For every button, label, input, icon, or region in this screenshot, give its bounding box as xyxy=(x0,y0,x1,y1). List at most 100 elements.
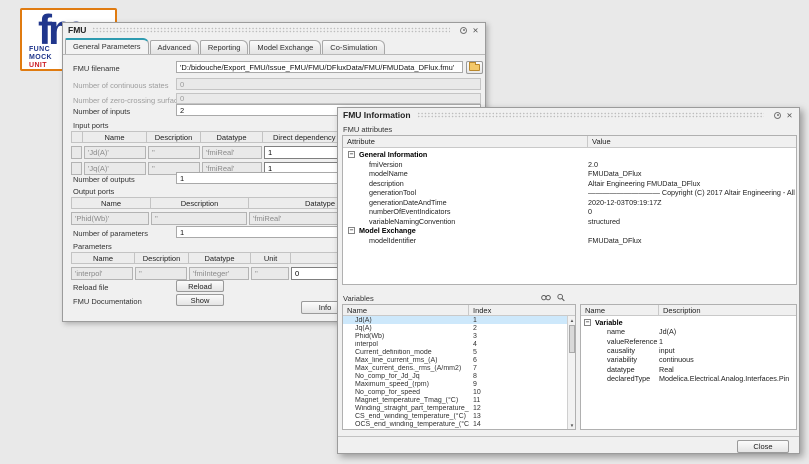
variables-grid-body: Jd(A)1 Jq(A)2 Phid(Wb)3 interpol4 Curren… xyxy=(343,316,567,429)
close-button[interactable]: Close xyxy=(737,440,789,453)
fmu-logo-line-3: UNIT xyxy=(29,62,52,70)
attr-row[interactable]: numberOfEventIndicators 0 xyxy=(343,207,796,217)
tab-model-exchange[interactable]: Model Exchange xyxy=(249,40,321,54)
detail-row[interactable]: datatypeReal xyxy=(581,364,796,373)
fmu-logo-caption: FUNC MOCK UNIT xyxy=(29,46,52,70)
variable-row[interactable]: interpol4 xyxy=(343,340,567,348)
attr-row[interactable]: variableNamingConvention structured xyxy=(343,217,796,227)
collapse-icon[interactable]: − xyxy=(348,227,355,234)
col-description: Description xyxy=(135,252,189,264)
info-titlebar-drag-handle[interactable] xyxy=(417,112,764,118)
variable-row[interactable]: Max_line_current_rms_(A)6 xyxy=(343,356,567,364)
zero-crossing-field xyxy=(176,93,481,104)
variable-row[interactable]: Rotor_initial_position_(deg)15 xyxy=(343,428,567,430)
attr-group-label: General Information xyxy=(359,150,427,159)
fmu-close-icon[interactable]: ✕ xyxy=(471,26,480,35)
attr-row[interactable]: generationDateAndTime 2020-12-03T09:19:1… xyxy=(343,198,796,208)
info-float-icon[interactable] xyxy=(773,111,782,120)
attributes-grid-body: −General Information fmiVersion 2.0 mode… xyxy=(343,148,796,284)
attr-row[interactable]: modelName FMUData_DFlux xyxy=(343,169,796,179)
tab-co-simulation[interactable]: Co-Simulation xyxy=(322,40,385,54)
tab-pane-border xyxy=(63,54,485,55)
tab-general-parameters[interactable]: General Parameters xyxy=(65,38,149,54)
attr-row[interactable]: description Altair Engineering FMUData_D… xyxy=(343,179,796,189)
variable-row[interactable]: Phid(Wb)3 xyxy=(343,332,567,340)
fmu-documentation-label: FMU Documentation xyxy=(73,297,142,306)
output-ports-label: Output ports xyxy=(73,187,114,196)
detail-row[interactable]: causalityinput xyxy=(581,346,796,355)
variable-row[interactable]: Maximum_speed_(rpm)9 xyxy=(343,380,567,388)
cell-name: 'interpol' xyxy=(71,267,133,280)
continuous-states-field xyxy=(176,78,481,90)
detail-row[interactable]: valueReference1 xyxy=(581,337,796,346)
variables-label: Variables xyxy=(343,294,374,303)
detail-grid-body: −Variable nameJd(A) valueReference1 caus… xyxy=(581,316,796,429)
variable-row[interactable]: OCS_end_winding_temperature_(°C)14 xyxy=(343,420,567,428)
variable-row[interactable]: No_comp_for_Jd_Jq8 xyxy=(343,372,567,380)
dialog-footer-separator xyxy=(338,436,799,437)
collapse-icon[interactable]: − xyxy=(348,151,355,158)
cell-description: '' xyxy=(148,146,200,159)
info-close-icon[interactable]: ✕ xyxy=(785,111,794,120)
detail-row[interactable]: declaredTypeModelica.Electrical.Analog.I… xyxy=(581,374,796,383)
variables-grid-header: Name Index xyxy=(343,305,575,316)
col-name: Name xyxy=(71,197,151,209)
attr-group-row[interactable]: −General Information xyxy=(343,150,796,160)
col-name: Name xyxy=(581,305,659,315)
parameters-label: Parameters xyxy=(73,242,112,251)
col-name: Name xyxy=(71,252,135,264)
scrollbar-thumb[interactable] xyxy=(569,325,575,353)
variable-row[interactable]: Magnet_temperature_Tmag_(°C)11 xyxy=(343,396,567,404)
col-name: Name xyxy=(83,131,147,143)
fmu-float-icon[interactable] xyxy=(459,26,468,35)
fmu-attributes-grid: Attribute Value −General Information fmi… xyxy=(342,135,797,285)
search-icon[interactable] xyxy=(556,293,566,302)
info-titlebar: FMU Information ✕ xyxy=(338,108,799,122)
variable-row[interactable]: Max_current_dens._rms_(A/mm2)7 xyxy=(343,364,567,372)
scroll-up-icon[interactable]: ▲ xyxy=(568,316,576,324)
row-selector[interactable] xyxy=(71,146,82,159)
scroll-down-icon[interactable]: ▼ xyxy=(568,421,576,429)
row-selector[interactable] xyxy=(71,162,82,175)
variables-scrollbar[interactable]: ▲ ▼ xyxy=(567,316,575,429)
attr-row[interactable]: generationTool —————————— Copyright (C) … xyxy=(343,188,796,198)
detail-row[interactable]: nameJd(A) xyxy=(581,327,796,336)
collapse-icon[interactable]: − xyxy=(584,319,591,326)
variables-toolbar xyxy=(541,293,566,302)
fmu-titlebar-drag-handle[interactable] xyxy=(92,27,450,33)
col-description: Description xyxy=(151,197,249,209)
find-icon[interactable] xyxy=(541,293,551,302)
variable-row[interactable]: Jd(A)1 xyxy=(343,316,567,324)
variable-row[interactable]: Jq(A)2 xyxy=(343,324,567,332)
attr-row[interactable]: modelIdentifier FMUData_DFlux xyxy=(343,236,796,246)
variable-row[interactable]: Current_definition_mode5 xyxy=(343,348,567,356)
col-description: Description xyxy=(659,305,796,315)
fmu-tabbar: General Parameters Advanced Reporting Mo… xyxy=(65,38,386,54)
fmu-filename-input[interactable] xyxy=(176,61,463,73)
variable-row[interactable]: No_comp_for_speed10 xyxy=(343,388,567,396)
detail-row[interactable]: variabilitycontinuous xyxy=(581,355,796,364)
fmu-window-title: FMU xyxy=(68,25,86,35)
cell-name: 'Jd(A)' xyxy=(84,146,146,159)
detail-group-label: Variable xyxy=(595,318,623,327)
reload-button[interactable]: Reload xyxy=(176,280,224,292)
cell-unit: '' xyxy=(251,267,289,280)
attr-group-row[interactable]: −Model Exchange xyxy=(343,226,796,236)
variable-row[interactable]: Winding_straight_part_temperature_(°C)12 xyxy=(343,404,567,412)
browse-button[interactable] xyxy=(466,61,483,74)
tab-advanced[interactable]: Advanced xyxy=(150,40,199,54)
col-name: Name xyxy=(343,305,469,315)
tab-reporting[interactable]: Reporting xyxy=(200,40,249,54)
fmu-titlebar: FMU ✕ xyxy=(63,23,485,37)
variable-row[interactable]: CS_end_winding_temperature_(°C)13 xyxy=(343,412,567,420)
variables-grid: Name Index Jd(A)1 Jq(A)2 Phid(Wb)3 inter… xyxy=(342,304,576,430)
detail-group-row[interactable]: −Variable xyxy=(581,318,796,327)
num-inputs-label: Number of inputs xyxy=(73,107,130,116)
reload-file-label: Reload file xyxy=(73,283,108,292)
cell-description: '' xyxy=(135,267,187,280)
variable-detail-grid: Name Description −Variable nameJd(A) val… xyxy=(580,304,797,430)
col-attribute: Attribute xyxy=(343,136,588,147)
show-button[interactable]: Show xyxy=(176,294,224,306)
attr-row[interactable]: fmiVersion 2.0 xyxy=(343,160,796,170)
fmu-logo-line-2: MOCK xyxy=(29,54,52,62)
